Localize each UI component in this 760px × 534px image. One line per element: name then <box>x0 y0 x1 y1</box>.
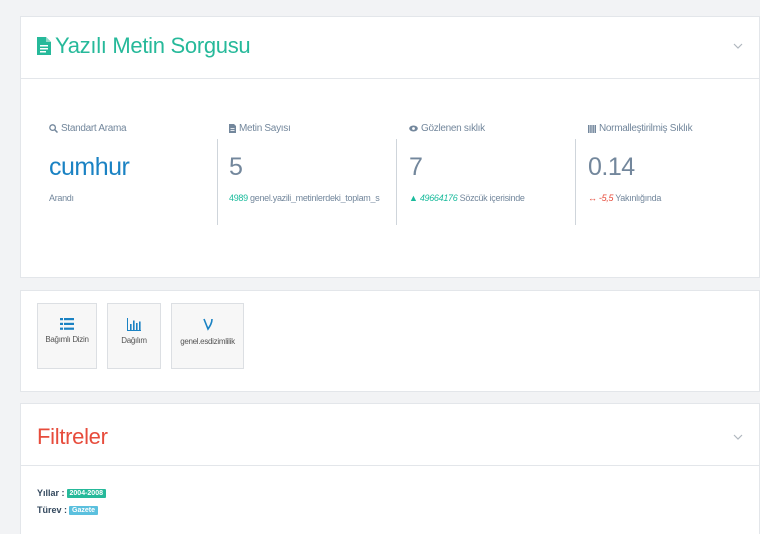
stat-subtext: Yakınlığında <box>613 193 662 203</box>
collocation-button[interactable]: genel.esdizimlilik <box>171 303 244 369</box>
genre-tag[interactable]: Gazete <box>69 505 98 515</box>
filter-label: Yıllar : <box>37 488 65 498</box>
filters-panel-header: Filtreler <box>21 404 759 466</box>
divider <box>575 139 576 225</box>
caret-up-icon: ▲ <box>409 193 420 203</box>
stat-label: Metin Sayısı <box>239 123 291 134</box>
filters-title: Filtreler <box>37 424 108 449</box>
nu-icon <box>202 318 213 331</box>
search-icon <box>49 124 58 133</box>
text-count-value: 5 <box>229 153 243 181</box>
divider <box>396 139 397 225</box>
bars-icon <box>588 124 596 133</box>
filter-genre-row: Türev : Gazete <box>37 505 98 515</box>
arrows-horizontal-icon: ↔ <box>588 193 599 203</box>
document-icon <box>37 37 51 55</box>
divider <box>217 139 218 225</box>
stat-label: Gözlenen sıklık <box>421 123 485 134</box>
tool-label: Bağımlı Dizin <box>45 335 89 344</box>
file-icon <box>229 124 236 133</box>
distribution-button[interactable]: Dağılım <box>107 303 161 369</box>
tool-label: Dağılım <box>121 336 147 345</box>
chevron-down-icon[interactable] <box>731 430 745 444</box>
filter-label: Türev : <box>37 505 68 515</box>
stat-standard-search: Standart Arama cumhur Arandı <box>49 123 219 233</box>
query-panel-header: Yazılı Metin Sorgusu <box>21 17 759 79</box>
total-words-number: 49664176 <box>419 193 458 203</box>
filter-years-row: Yıllar : 2004-2008 <box>37 488 106 498</box>
list-icon <box>60 318 74 330</box>
stats-row: Standart Arama cumhur Arandı Metin Sayıs… <box>21 123 760 233</box>
query-panel: Yazılı Metin Sorgusu Standart Arama cumh… <box>20 16 760 278</box>
panel-title: Yazılı Metin Sorgusu <box>37 33 251 59</box>
stat-subtext: Arandı <box>49 193 74 203</box>
observed-frequency-value: 7 <box>409 153 423 181</box>
stat-normalized-frequency: Normalleştirilmiş Sıklık 0.14 ↔ -5,5 Yak… <box>588 123 758 233</box>
stat-label: Standart Arama <box>61 123 127 134</box>
tools-panel: Bağımlı Dizin Dağılım genel.esdizimlilik <box>20 290 760 392</box>
bar-chart-icon <box>127 318 141 331</box>
stat-label: Normalleştirilmiş Sıklık <box>599 123 693 134</box>
search-term-value: cumhur <box>49 153 130 181</box>
proximity-number: -5,5 <box>598 193 614 203</box>
chevron-down-icon[interactable] <box>731 39 745 53</box>
concordance-button[interactable]: Bağımlı Dizin <box>37 303 97 369</box>
stat-subtext: Sözcük içerisinde <box>457 193 525 203</box>
normalized-frequency-value: 0.14 <box>588 153 635 181</box>
tool-label: genel.esdizimlilik <box>180 337 235 346</box>
stat-subtext: genel.yazili_metinlerdeki_toplam_s <box>247 193 380 203</box>
query-panel-title-text: Yazılı Metin Sorgusu <box>55 33 251 58</box>
total-texts-number: 4989 <box>229 193 248 203</box>
stat-observed-frequency: Gözlenen sıklık 7 ▲ 49664176 Sözcük içer… <box>409 123 579 233</box>
stat-text-count: Metin Sayısı 5 4989 genel.yazili_metinle… <box>229 123 391 233</box>
eye-icon <box>409 125 418 132</box>
filters-panel: Filtreler Yıllar : 2004-2008 Türev : Gaz… <box>20 403 760 534</box>
years-tag[interactable]: 2004-2008 <box>66 488 106 498</box>
